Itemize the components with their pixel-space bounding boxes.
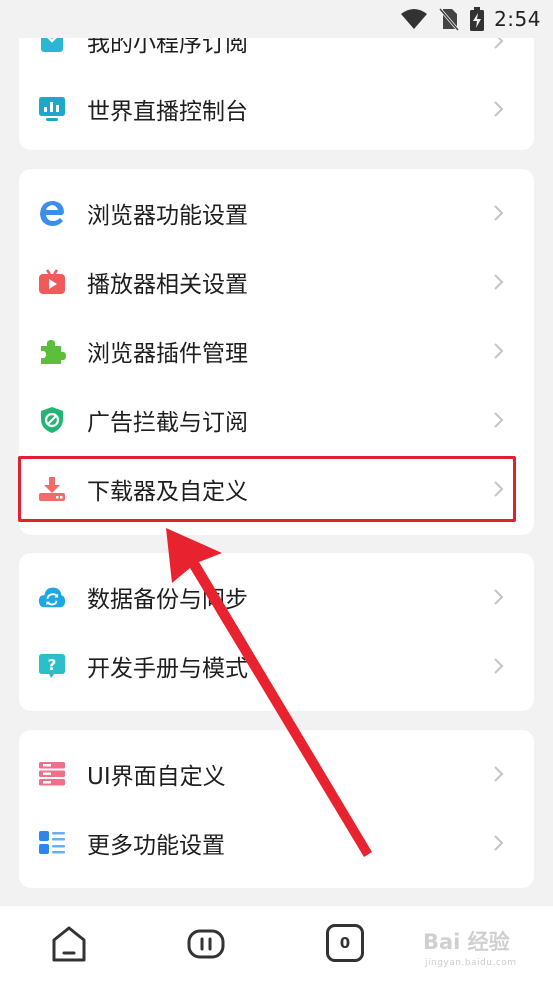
status-bar: 2:54 <box>0 0 553 38</box>
chevron-right-icon <box>494 100 504 117</box>
settings-item-dev-manual[interactable]: ? 开发手册与模式 <box>19 631 534 700</box>
settings-item-live-console[interactable]: 世界直播控制台 <box>19 74 534 143</box>
no-sim-icon <box>438 8 460 31</box>
tv-play-icon <box>38 268 66 296</box>
chevron-right-icon <box>494 480 504 497</box>
browser-e-icon <box>38 199 66 227</box>
watermark: Bai 经验 <box>423 930 510 954</box>
settings-item-mini-program[interactable]: 我的小程序订阅 <box>19 38 534 75</box>
settings-item-label: 更多功能设置 <box>87 832 225 859</box>
settings-item-label: 广告拦截与订阅 <box>87 409 248 436</box>
settings-item-label: 世界直播控制台 <box>87 98 248 125</box>
mini-program-icon <box>38 38 66 55</box>
chevron-right-icon <box>494 588 504 605</box>
chevron-right-icon <box>494 204 504 221</box>
settings-item-label: 下载器及自定义 <box>87 478 248 505</box>
ui-layers-icon <box>38 760 66 788</box>
settings-item-plugins[interactable]: 浏览器插件管理 <box>19 316 534 385</box>
settings-group-4: UI界面自定义 更多功能设置 <box>19 730 534 888</box>
settings-list[interactable]: 我的小程序订阅 世界直播控制台 浏览器功能设置 播放器相关设置 浏览器插件管理 … <box>0 38 553 906</box>
download-icon <box>38 475 66 503</box>
settings-item-label: 我的小程序订阅 <box>87 38 248 57</box>
chevron-right-icon <box>494 765 504 782</box>
settings-item-label: 浏览器插件管理 <box>87 340 248 367</box>
settings-item-browser-features[interactable]: 浏览器功能设置 <box>19 178 534 247</box>
wifi-icon <box>401 9 428 29</box>
settings-item-label: 浏览器功能设置 <box>87 202 248 229</box>
settings-item-ui-custom[interactable]: UI界面自定义 <box>19 739 534 808</box>
settings-item-label: 播放器相关设置 <box>87 271 248 298</box>
puzzle-icon <box>38 337 66 365</box>
tabs-button[interactable]: 0 <box>326 924 364 962</box>
battery-charging-icon <box>470 7 485 31</box>
settings-group-3: 数据备份与同步 ? 开发手册与模式 <box>19 553 534 711</box>
svg-text:?: ? <box>48 656 57 674</box>
chevron-right-icon <box>494 342 504 359</box>
chevron-right-icon <box>494 834 504 851</box>
settings-item-player[interactable]: 播放器相关设置 <box>19 247 534 316</box>
cloud-sync-icon <box>38 583 66 611</box>
list-grid-icon <box>38 829 66 857</box>
menu-icon[interactable] <box>186 924 226 964</box>
settings-item-label: UI界面自定义 <box>87 763 226 790</box>
settings-group-2: 浏览器功能设置 播放器相关设置 浏览器插件管理 广告拦截与订阅 下载器及自定义 <box>19 169 534 535</box>
chevron-right-icon <box>494 411 504 428</box>
settings-item-downloader[interactable]: 下载器及自定义 <box>19 454 534 523</box>
home-icon[interactable] <box>49 924 89 964</box>
watermark-url: jingyan.baidu.com <box>425 958 517 968</box>
settings-item-label: 数据备份与同步 <box>87 586 248 613</box>
chevron-right-icon <box>494 38 504 49</box>
shield-block-icon <box>38 406 66 434</box>
settings-item-backup-sync[interactable]: 数据备份与同步 <box>19 562 534 631</box>
chevron-right-icon <box>494 273 504 290</box>
settings-item-more-settings[interactable]: 更多功能设置 <box>19 808 534 877</box>
status-icons: 2:54 <box>400 6 541 32</box>
settings-item-adblock[interactable]: 广告拦截与订阅 <box>19 385 534 454</box>
help-bubble-icon: ? <box>38 652 66 680</box>
settings-item-label: 开发手册与模式 <box>87 655 248 682</box>
status-time: 2:54 <box>494 7 541 31</box>
monitor-chart-icon <box>38 95 66 123</box>
settings-group-1: 我的小程序订阅 世界直播控制台 <box>19 38 534 150</box>
tab-count: 0 <box>339 934 351 952</box>
chevron-right-icon <box>494 657 504 674</box>
